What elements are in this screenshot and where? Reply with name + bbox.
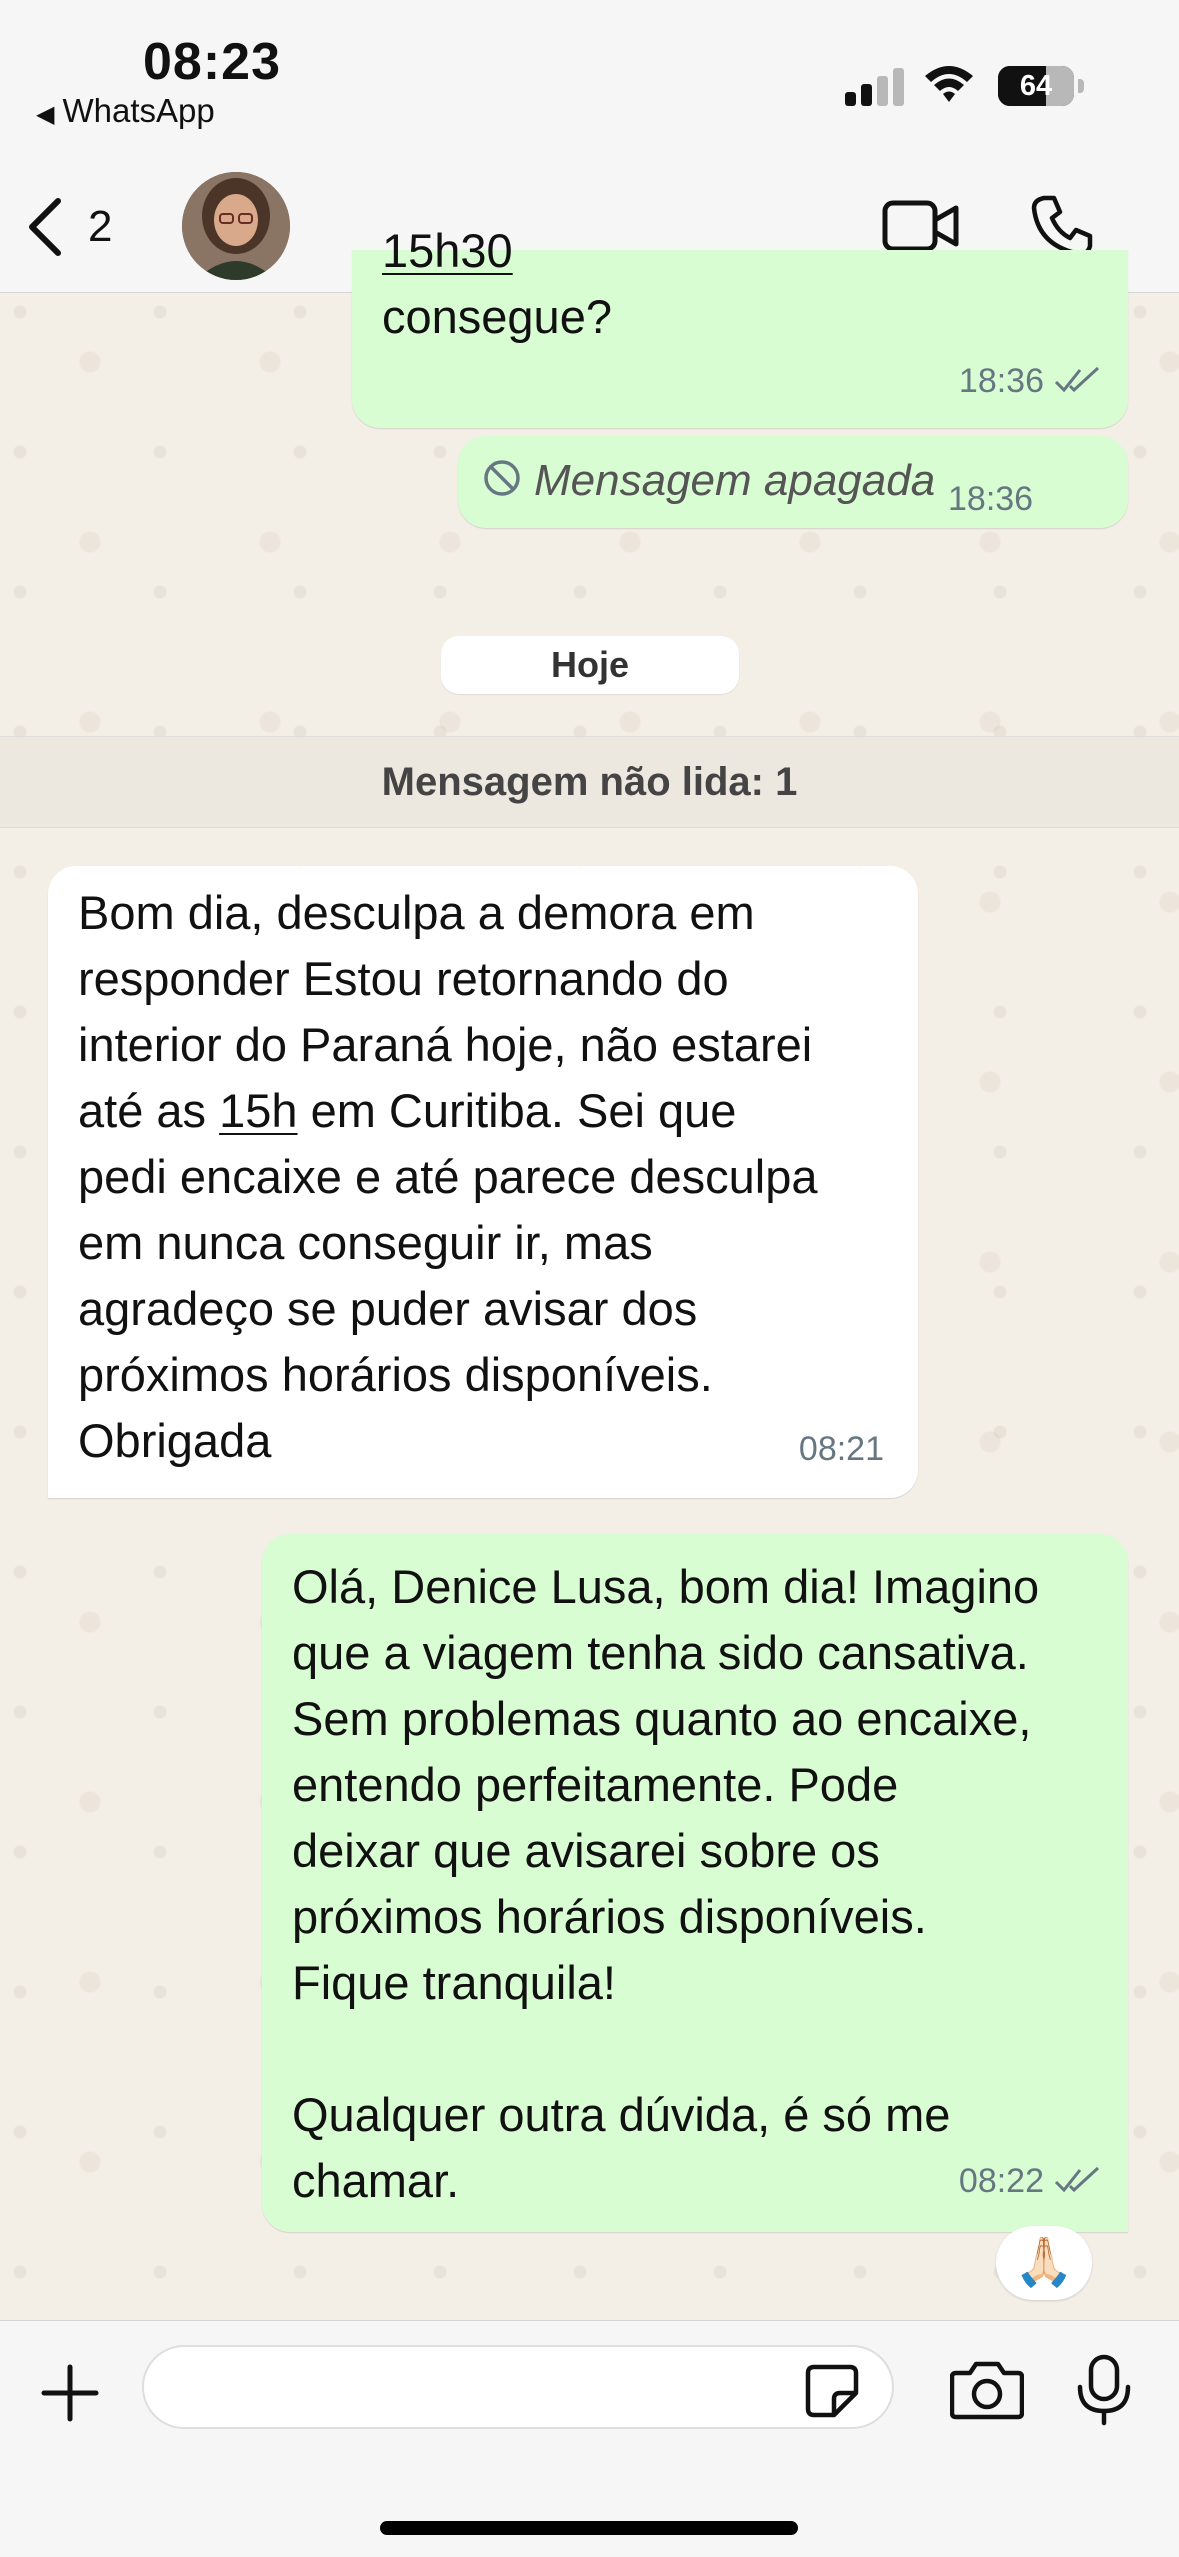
message-line: que a viagem tenha sido cansativa.	[292, 1626, 1029, 1679]
message-segment: em Curitiba. Sei que	[297, 1084, 737, 1137]
double-check-icon	[1054, 2166, 1100, 2193]
back-to-app-link[interactable]: ◀ WhatsApp	[36, 92, 215, 130]
camera-icon[interactable]	[950, 2359, 1024, 2421]
message-time: 18:36	[948, 480, 1034, 518]
phone-call-icon[interactable]	[1030, 194, 1094, 258]
message-time: 08:22	[958, 2162, 1044, 2200]
blocked-icon	[484, 460, 520, 496]
battery-level: 64	[1019, 70, 1053, 102]
message-meta: 08:22	[959, 2148, 1102, 2214]
message-time: 08:21	[798, 1430, 884, 1468]
message-line: chamar.	[292, 2154, 460, 2207]
wifi-icon	[925, 66, 973, 102]
message-line: Fique tranquila!	[292, 1956, 616, 2009]
message-segment: até as	[78, 1084, 220, 1137]
video-call-icon[interactable]	[882, 198, 960, 254]
message-text: Bom dia, desculpa a demora em responder …	[78, 880, 817, 1474]
deleted-message-text: Mensagem apagada	[534, 456, 936, 505]
date-separator: Hoje	[441, 636, 739, 694]
message-input[interactable]	[142, 2345, 894, 2429]
message-line: Olá, Denice Lusa, bom dia! Imagino	[292, 1560, 1040, 1613]
message-text: Olá, Denice Lusa, bom dia! Imagino que a…	[292, 1554, 1039, 2214]
message-line: pedi encaixe e até parece desculpa	[78, 1150, 818, 1203]
back-triangle-icon: ◀	[36, 101, 55, 128]
back-app-label: WhatsApp	[62, 92, 215, 129]
message-line: agradeço se puder avisar dos	[78, 1282, 698, 1335]
incoming-message[interactable]: Bom dia, desculpa a demora em responder …	[48, 866, 918, 1498]
message-line: Bom dia, desculpa a demora em	[78, 886, 755, 939]
message-reaction[interactable]: 🙏🏻	[996, 2226, 1092, 2300]
plus-icon[interactable]	[40, 2363, 100, 2423]
message-line: Obrigada	[78, 1414, 272, 1467]
chevron-left-icon	[29, 198, 61, 256]
cellular-signal-icon	[845, 66, 905, 106]
contact-avatar[interactable]	[182, 172, 290, 280]
status-time: 08:23	[143, 33, 281, 91]
message-line: próximos horários disponíveis.	[78, 1348, 713, 1401]
microphone-icon[interactable]	[1074, 2353, 1134, 2427]
message-line: em nunca conseguir ir, mas	[78, 1216, 653, 1269]
message-line: interior do Paraná hoje, não estarei	[78, 1018, 813, 1071]
double-check-icon	[1054, 366, 1100, 393]
message-line: Qualquer outra dúvida, é só me	[292, 2088, 951, 2141]
message-line: entendo perfeitamente. Pode	[292, 1758, 899, 1811]
time-link[interactable]: 15h	[219, 1084, 297, 1137]
message-line: deixar que avisarei sobre os	[292, 1824, 880, 1877]
message-line: até as 15h em Curitiba. Sei que	[78, 1078, 817, 1144]
message-time: 18:36	[958, 362, 1044, 400]
unread-chats-count: 2	[88, 202, 113, 251]
status-bar: 08:23 ◀ WhatsApp 64	[0, 0, 1179, 160]
message-line: consegue?	[382, 290, 612, 343]
message-text: 15h30 consegue?	[382, 224, 612, 350]
back-button[interactable]: 2	[24, 192, 112, 262]
message-meta: 18:36	[959, 348, 1102, 414]
home-indicator[interactable]	[380, 2521, 798, 2535]
sticker-icon[interactable]	[804, 2363, 860, 2419]
message-input-bar	[0, 2320, 1179, 2557]
message-line: próximos horários disponíveis.	[292, 1890, 927, 1943]
avatar-photo	[182, 172, 290, 280]
outgoing-message[interactable]: 15h30 consegue? 18:36	[352, 224, 1128, 428]
outgoing-message[interactable]: Olá, Denice Lusa, bom dia! Imagino que a…	[262, 1534, 1128, 2232]
message-line: responder Estou retornando do	[78, 952, 729, 1005]
battery-icon: 64	[998, 66, 1084, 106]
deleted-message[interactable]: Mensagem apagada 18:36	[458, 436, 1128, 528]
unread-messages-banner: Mensagem não lida: 1	[0, 736, 1179, 828]
message-line[interactable]: 15h30	[382, 218, 612, 284]
message-line: Sem problemas quanto ao encaixe,	[292, 1692, 1032, 1745]
